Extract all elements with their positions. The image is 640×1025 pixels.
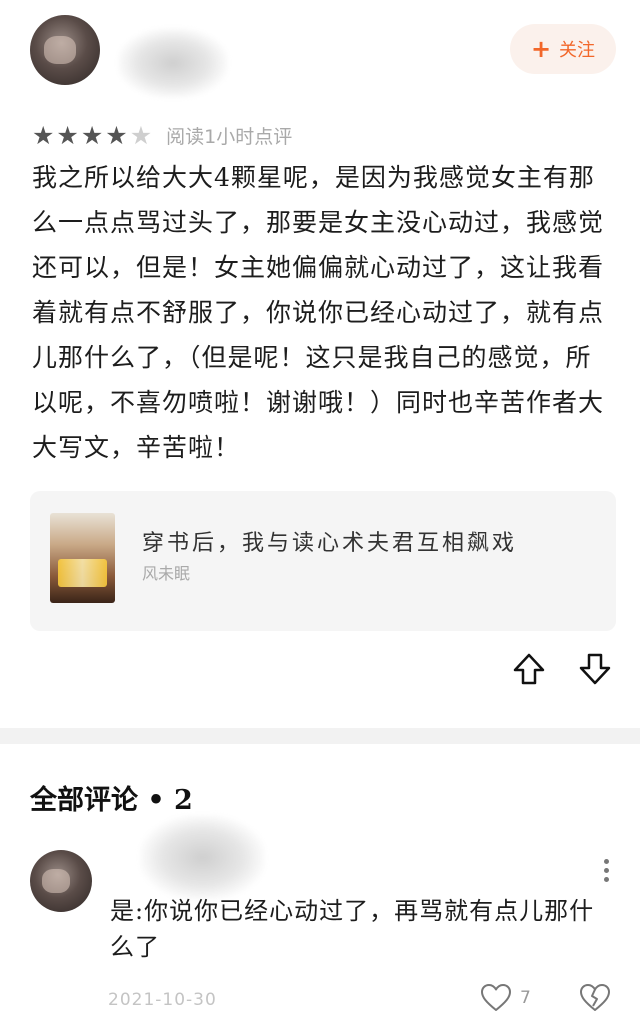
book-card[interactable]: 穿书后，我与读心术夫君互相飙戏 风未眠 bbox=[30, 491, 616, 631]
commenter-name-blurred bbox=[140, 815, 265, 900]
star-rating: ★ ★ ★ ★ ★ 阅读1小时点评 bbox=[32, 122, 292, 149]
comments-heading: 全部评论 • 2 bbox=[30, 785, 193, 816]
reviewer-name-blurred bbox=[118, 28, 228, 98]
plus-icon: + bbox=[530, 35, 552, 63]
review-body: 我之所以给大大4颗星呢，是因为我感觉女主有那么一点点骂过头了，那要是女主没心动过… bbox=[32, 163, 605, 462]
reviewer-avatar[interactable] bbox=[30, 15, 100, 85]
review-detail-page: + 关注 ★ ★ ★ ★ ★ 阅读1小时点评 我之所以给大大4颗星呢，是因为我感… bbox=[0, 0, 640, 1025]
heart-icon[interactable] bbox=[480, 982, 512, 1014]
section-divider bbox=[0, 728, 640, 744]
star-filled-icon: ★ bbox=[32, 121, 55, 150]
book-author: 风未眠 bbox=[142, 564, 191, 583]
star-filled-icon: ★ bbox=[105, 121, 128, 150]
arrow-up-icon[interactable] bbox=[512, 652, 546, 686]
star-filled-icon: ★ bbox=[80, 121, 104, 150]
book-cover-image bbox=[50, 513, 115, 603]
like-count: 7 bbox=[520, 988, 531, 1008]
follow-label: 关注 bbox=[559, 40, 596, 61]
star-filled-icon: ★ bbox=[56, 121, 79, 150]
more-options-icon[interactable] bbox=[596, 855, 616, 889]
broken-heart-icon[interactable] bbox=[578, 982, 612, 1014]
follow-button[interactable]: + 关注 bbox=[510, 24, 616, 74]
comment-date: 2021-10-30 bbox=[108, 990, 217, 1010]
comment-body: 是:你说你已经心动过了，再骂就有点儿那什么了 bbox=[110, 897, 595, 961]
book-title: 穿书后，我与读心术夫君互相飙戏 bbox=[142, 531, 518, 556]
arrow-down-icon[interactable] bbox=[578, 652, 612, 686]
commenter-avatar[interactable] bbox=[30, 850, 92, 912]
rating-note: 阅读1小时点评 bbox=[166, 126, 293, 148]
star-empty-icon: ★ bbox=[129, 121, 153, 150]
